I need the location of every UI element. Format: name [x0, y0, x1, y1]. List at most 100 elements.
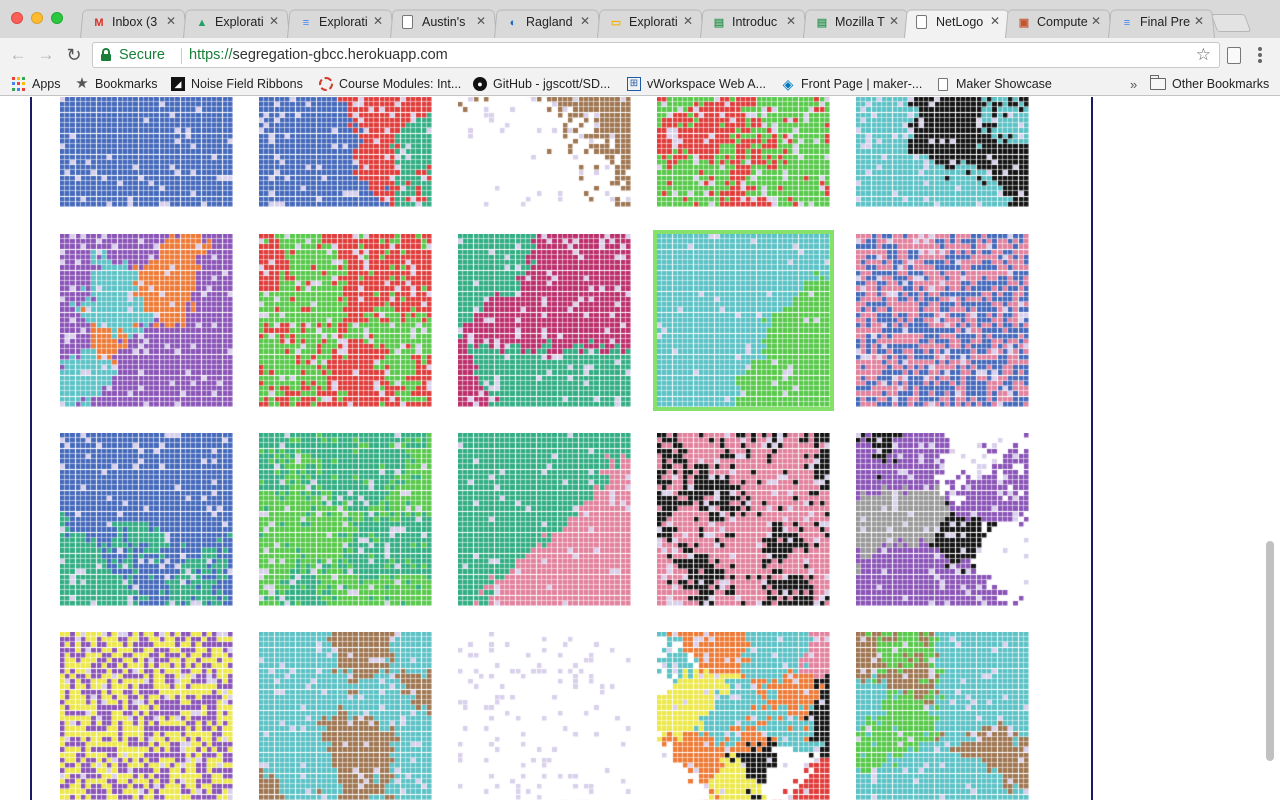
tab-title: Inbox (3	[112, 15, 158, 29]
tab-4[interactable]: ◐ Ragland ✕	[494, 8, 601, 38]
tab-close-icon[interactable]: ✕	[166, 14, 176, 28]
simulation-tile[interactable]	[60, 234, 233, 407]
simulation-tile[interactable]	[653, 230, 834, 411]
window-minimize-button[interactable]	[31, 12, 43, 24]
bookmark-course-modules[interactable]: Course Modules: Int...	[319, 75, 461, 93]
simulation-tile[interactable]	[259, 632, 432, 800]
bookmark-label: Bookmarks	[95, 77, 158, 91]
bookmark-apps[interactable]: Apps	[12, 75, 61, 93]
tab-0[interactable]: M Inbox (3 ✕	[80, 8, 187, 38]
bookmark-bookmarks[interactable]: ★ Bookmarks	[75, 75, 158, 93]
bookmark-front-page[interactable]: ◈ Front Page | maker-...	[781, 75, 923, 93]
simulation-tile[interactable]	[458, 632, 631, 800]
tab-9[interactable]: ▣ Compute ✕	[1005, 8, 1112, 38]
tab-title: Compute	[1037, 15, 1088, 29]
bookmark-maker-showcase[interactable]: Maker Showcase	[938, 75, 1052, 93]
tab-5[interactable]: ▭ Explorati ✕	[597, 8, 704, 38]
tab-1[interactable]: ▲ Explorati ✕	[183, 8, 290, 38]
folder-icon	[1150, 75, 1166, 90]
simulation-grid-canvas	[259, 632, 432, 800]
back-arrow-icon[interactable]: ←	[7, 44, 29, 66]
simulation-tile[interactable]	[856, 433, 1029, 606]
github-icon: ●	[473, 77, 487, 91]
bookmark-label: vWorkspace Web A...	[647, 77, 767, 91]
simulation-grid-canvas	[657, 97, 830, 207]
page-icon	[402, 15, 413, 29]
simulation-tile[interactable]	[458, 234, 631, 407]
extension-page-icon[interactable]	[1227, 47, 1241, 64]
address-bar[interactable]: Secure https://segregation-gbcc.herokuap…	[92, 42, 1220, 68]
address-url[interactable]: https://segregation-gbcc.herokuapp.com	[189, 47, 448, 63]
google-docs-icon: ≡	[302, 16, 310, 29]
tab-close-icon[interactable]: ✕	[373, 14, 383, 28]
google-drive-icon: ▲	[196, 16, 208, 29]
bookmarks-bar: Apps ★ Bookmarks ◢ Noise Field Ribbons C…	[0, 72, 1280, 96]
tab-7[interactable]: ▤ Mozilla T ✕	[803, 8, 910, 38]
simulation-tile[interactable]	[259, 234, 432, 407]
document-icon: ▤	[713, 17, 725, 29]
simulation-grid-canvas	[458, 97, 631, 207]
tab-close-icon[interactable]: ✕	[786, 14, 796, 28]
tab-close-icon[interactable]: ✕	[683, 14, 693, 28]
tab-title: Ragland	[526, 15, 573, 29]
simulation-tile[interactable]	[60, 632, 233, 800]
simulation-tile[interactable]	[60, 433, 233, 606]
reload-icon[interactable]: ↻	[63, 44, 85, 66]
tab-close-icon[interactable]: ✕	[476, 14, 486, 28]
simulation-tile[interactable]	[856, 97, 1029, 207]
simulation-grid-canvas	[458, 433, 631, 606]
bookmark-label: Front Page | maker-...	[801, 77, 923, 91]
forward-arrow-icon[interactable]: →	[35, 44, 57, 66]
browser-toolbar: ← → ↻ Secure https://segregation-gbcc.he…	[0, 38, 1280, 72]
simulation-grid-canvas	[458, 632, 631, 800]
bookmarks-overflow-chevron-icon[interactable]: »	[1130, 75, 1137, 93]
simulation-grid-canvas	[259, 234, 432, 407]
drupal-icon: ◈	[782, 76, 794, 92]
tab-6[interactable]: ▤ Introduc ✕	[700, 8, 807, 38]
new-tab-button[interactable]	[1210, 14, 1252, 32]
tab-close-icon[interactable]: ✕	[269, 14, 279, 28]
simulation-tile[interactable]	[856, 632, 1029, 800]
bookmark-label: Course Modules: Int...	[339, 77, 462, 91]
simulation-tile[interactable]	[458, 433, 631, 606]
tab-title: Explorati	[215, 15, 264, 29]
tab-title: Austin's	[422, 15, 466, 29]
tab-3[interactable]: Austin's ✕	[390, 8, 497, 38]
simulation-grid-canvas	[856, 234, 1029, 407]
simulation-tile[interactable]	[856, 234, 1029, 407]
bookmark-vworkspace[interactable]: ⊞ vWorkspace Web A...	[627, 75, 766, 93]
simulation-tile[interactable]	[458, 97, 631, 207]
simulation-tile[interactable]	[259, 97, 432, 207]
simulation-grid-canvas	[657, 234, 830, 407]
simulation-grid-canvas	[259, 97, 432, 207]
tab-close-icon[interactable]: ✕	[580, 14, 590, 28]
simulation-tile[interactable]	[657, 433, 830, 606]
tab-close-icon[interactable]: ✕	[990, 14, 1000, 28]
tab-title: Introduc	[732, 15, 778, 29]
tab-title: Explorati	[629, 15, 678, 29]
bookmark-star-icon[interactable]: ☆	[1196, 45, 1211, 65]
page-scrollbar[interactable]	[1266, 541, 1274, 761]
other-bookmarks-folder[interactable]: Other Bookmarks	[1150, 75, 1269, 93]
tab-close-icon[interactable]: ✕	[889, 14, 899, 28]
tab-title: NetLogo	[936, 15, 984, 29]
window-maximize-button[interactable]	[51, 12, 63, 24]
simulation-tile[interactable]	[60, 97, 233, 207]
tab-8[interactable]: NetLogo ✕	[904, 8, 1011, 38]
tab-close-icon[interactable]: ✕	[1091, 14, 1101, 28]
tab-close-icon[interactable]: ✕	[1194, 14, 1204, 28]
bookmark-noise-field-ribbons[interactable]: ◢ Noise Field Ribbons	[171, 75, 303, 93]
tab-2[interactable]: ≡ Explorati ✕	[287, 8, 394, 38]
black-square-icon: ◢	[171, 77, 185, 91]
bookmark-label: Apps	[32, 77, 61, 91]
simulation-tile[interactable]	[657, 97, 830, 207]
simulation-tile[interactable]	[657, 632, 830, 800]
page-icon	[938, 77, 948, 91]
bookmark-github[interactable]: ● GitHub - jgscott/SD...	[473, 75, 610, 93]
address-separator	[181, 48, 182, 64]
window-close-button[interactable]	[11, 12, 23, 24]
browser-menu-icon[interactable]	[1258, 47, 1262, 63]
simulation-tile[interactable]	[259, 433, 432, 606]
tab-10[interactable]: ≡ Final Pre ✕	[1108, 8, 1215, 38]
simulation-grid-canvas	[259, 433, 432, 606]
